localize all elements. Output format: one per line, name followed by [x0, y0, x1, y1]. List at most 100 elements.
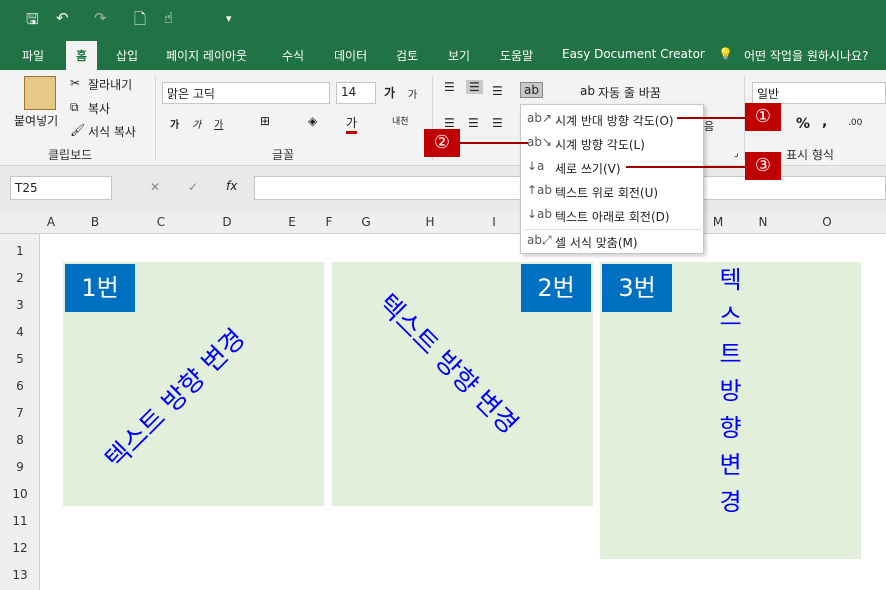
copy-icon[interactable]: ⧉ — [70, 100, 79, 115]
vertical-char: 경 — [719, 488, 742, 516]
row-header[interactable]: 2 — [0, 271, 40, 285]
cut-button[interactable]: 잘라내기 — [88, 76, 132, 93]
row-header[interactable]: 7 — [0, 406, 40, 420]
percent-button[interactable]: % — [796, 116, 810, 132]
cancel-icon[interactable]: ✕ — [150, 180, 160, 194]
tab-file[interactable]: 파일 — [22, 47, 44, 64]
tab-help[interactable]: 도움말 — [500, 47, 533, 64]
tell-me-search[interactable]: 어떤 작업을 원하시나요? — [744, 47, 868, 64]
enter-icon[interactable]: ✓ — [188, 180, 198, 194]
vertical-text-icon: ↓a — [527, 159, 545, 173]
row-header[interactable]: 9 — [0, 460, 40, 474]
tab-easy-document-creator[interactable]: Easy Document Creator — [562, 47, 705, 61]
menu-item-label: 텍스트 아래로 회전(D) — [555, 210, 670, 224]
col-header[interactable]: O — [794, 215, 860, 229]
vertical-text: 텍 스 트 방 향 변 경 — [600, 262, 861, 559]
scissors-icon[interactable]: ✂ — [70, 76, 80, 90]
alignment-dialog-launcher-icon[interactable]: ⌟ — [734, 148, 739, 159]
row-header[interactable]: 12 — [0, 541, 40, 555]
tab-data[interactable]: 데이터 — [334, 47, 367, 64]
row-header[interactable]: 5 — [0, 352, 40, 366]
accounting-format-icon[interactable]: 음 — [704, 118, 714, 134]
touch-mode-icon[interactable]: ☝ — [164, 9, 173, 27]
align-middle-icon[interactable]: ☰ — [466, 80, 483, 94]
menu-item-angle-clockwise[interactable]: ab↘ 시계 방향 각도(L) — [521, 131, 705, 155]
row-header[interactable]: 1 — [0, 244, 40, 258]
redo-icon[interactable]: ↷ — [94, 9, 107, 27]
insert-function-icon[interactable]: fx — [226, 179, 237, 193]
undo-icon[interactable]: ↶ — [56, 9, 69, 27]
clipboard-paste-icon[interactable] — [24, 76, 56, 110]
orientation-menu: ab↗ 시계 반대 방향 각도(O) ab↘ 시계 방향 각도(L) ↓a 세로… — [520, 104, 704, 254]
angle-ccw-icon: ab↗ — [527, 111, 553, 125]
tab-home[interactable]: 홈 — [66, 41, 98, 70]
orientation-button[interactable]: ab — [520, 82, 543, 98]
marker-1: ① — [745, 103, 781, 131]
row-header[interactable]: 4 — [0, 325, 40, 339]
tab-review[interactable]: 검토 — [396, 47, 418, 64]
grow-font-icon[interactable]: 가 — [384, 84, 395, 101]
increase-decimal-icon[interactable]: .00 — [848, 118, 862, 128]
marker-3: ③ — [745, 152, 781, 180]
bold-icon[interactable]: 가 — [170, 116, 179, 131]
phonetic-icon[interactable]: 내천 — [392, 114, 409, 127]
row-header[interactable]: 8 — [0, 433, 40, 447]
fill-color-icon[interactable]: ◈ — [308, 114, 317, 128]
align-bottom-icon[interactable]: ☰ — [492, 84, 503, 98]
divider — [155, 76, 156, 160]
copy-button[interactable]: 복사 — [88, 100, 110, 117]
row-header[interactable]: 6 — [0, 379, 40, 393]
wrap-text-button[interactable]: 자동 줄 바꿈 — [598, 84, 661, 101]
shrink-font-icon[interactable]: 가 — [408, 86, 417, 101]
number-format-select[interactable]: 일반 — [752, 82, 886, 104]
col-header[interactable]: B — [62, 215, 128, 229]
tab-view[interactable]: 보기 — [448, 47, 470, 64]
font-size-select[interactable]: 14 — [336, 82, 376, 104]
col-header[interactable]: N — [732, 215, 794, 229]
menu-item-format-alignment[interactable]: ab⤢ 셀 서식 맞춤(M) — [521, 229, 705, 253]
comma-button[interactable]: , — [822, 114, 827, 130]
wrap-text-icon[interactable]: ab — [580, 84, 595, 98]
align-center-icon[interactable]: ☰ — [468, 116, 479, 130]
underline-icon[interactable]: 가 — [214, 116, 223, 131]
col-header[interactable]: A — [40, 215, 62, 229]
col-header[interactable]: D — [194, 215, 260, 229]
row-header[interactable]: 13 — [0, 568, 40, 582]
menu-item-rotate-down[interactable]: ↓ab 텍스트 아래로 회전(D) — [521, 203, 705, 227]
font-color-icon[interactable]: 가 — [346, 114, 358, 134]
borders-icon[interactable]: ⊞ — [260, 114, 270, 128]
col-header[interactable]: M — [704, 215, 732, 229]
name-box[interactable]: T25 — [10, 176, 112, 200]
tab-insert[interactable]: 삽입 — [116, 47, 138, 64]
col-header[interactable]: F — [324, 215, 334, 229]
col-header[interactable]: H — [398, 215, 462, 229]
col-header[interactable]: I — [462, 215, 526, 229]
col-header[interactable]: G — [334, 215, 398, 229]
column-headers: A B C D E F G H I J K L M N O — [0, 212, 886, 234]
clipboard-group-label: 클립보드 — [48, 148, 93, 162]
font-name-select[interactable]: 맑은 고딕 — [162, 82, 330, 104]
save-icon[interactable]: 🖫 — [26, 9, 39, 34]
tab-page-layout[interactable]: 페이지 레이아웃 — [166, 47, 247, 64]
row-header[interactable]: 11 — [0, 514, 40, 528]
italic-icon[interactable]: 가 — [192, 116, 201, 131]
customize-qat-icon[interactable]: ▾ — [226, 12, 232, 25]
align-right-icon[interactable]: ☰ — [492, 116, 503, 130]
vertical-char: 향 — [719, 414, 742, 442]
menu-item-rotate-up[interactable]: ↑ab 텍스트 위로 회전(U) — [521, 179, 705, 203]
col-header[interactable]: E — [260, 215, 324, 229]
vertical-char: 방 — [719, 377, 742, 405]
align-top-icon[interactable]: ☰ — [444, 80, 455, 94]
lightbulb-icon: 💡 — [718, 47, 733, 61]
menu-item-angle-counterclockwise[interactable]: ab↗ 시계 반대 방향 각도(O) — [521, 107, 705, 131]
paste-button[interactable]: 붙여넣기 — [14, 112, 58, 129]
align-left-icon[interactable]: ☰ — [444, 116, 455, 130]
row-header[interactable]: 10 — [0, 487, 40, 501]
example-badge-1: 1번 — [65, 264, 135, 312]
format-painter-icon[interactable]: 🖌 — [70, 123, 85, 137]
row-header[interactable]: 3 — [0, 298, 40, 312]
col-header[interactable]: C — [128, 215, 194, 229]
format-painter-button[interactable]: 서식 복사 — [88, 123, 136, 140]
print-preview-icon[interactable]: 🗋 — [134, 9, 146, 34]
tab-formulas[interactable]: 수식 — [282, 47, 304, 64]
